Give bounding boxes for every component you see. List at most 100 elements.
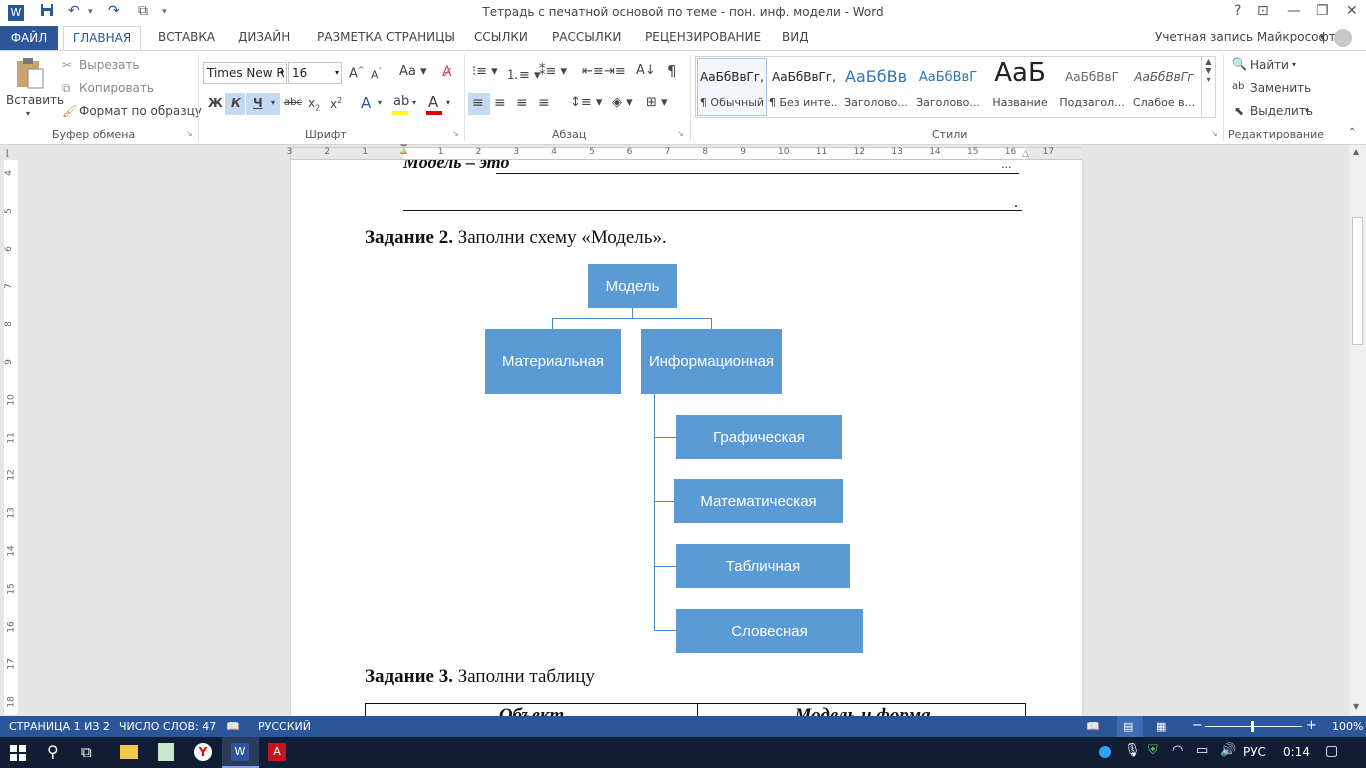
grow-font-icon[interactable]: A^ <box>349 65 365 81</box>
style-subtitle[interactable]: АаБбВвГ Подзагол... <box>1057 58 1127 114</box>
select-button[interactable]: Выделить <box>1250 104 1313 118</box>
status-page-count[interactable]: СТРАНИЦА 1 ИЗ 2 <box>9 720 110 733</box>
format-painter-button[interactable]: Формат по образцу <box>79 104 202 118</box>
styles-launcher-icon[interactable]: ↘ <box>1211 129 1218 138</box>
font-size-combo[interactable]: 16 ▾ <box>288 62 342 84</box>
clipboard-launcher-icon[interactable]: ↘ <box>186 129 193 138</box>
zoom-slider-thumb[interactable] <box>1251 721 1254 732</box>
select-icon[interactable]: ⬉ <box>1234 104 1244 118</box>
cut-icon[interactable]: ✂ <box>62 58 72 72</box>
diagram-node-material[interactable]: Материальная <box>485 329 621 394</box>
find-icon[interactable]: 🔍 <box>1232 57 1247 71</box>
right-indent-marker-icon[interactable]: △ <box>1022 149 1029 159</box>
vertical-scrollbar[interactable]: ▲ ▼ <box>1349 145 1366 715</box>
tab-references[interactable]: ССЫЛКИ <box>474 30 528 44</box>
paragraph-launcher-icon[interactable]: ↘ <box>677 129 684 138</box>
paste-button[interactable]: Вставить <box>6 93 64 107</box>
action-center-icon[interactable]: ▢ <box>1325 743 1338 759</box>
avatar[interactable] <box>1334 29 1352 47</box>
windows-start-icon[interactable] <box>10 745 26 761</box>
help-icon[interactable]: ? <box>1234 3 1241 23</box>
clear-formatting-icon[interactable]: A̷ <box>442 64 452 80</box>
word-taskbar-icon[interactable]: W <box>231 743 249 761</box>
scroll-down-icon[interactable]: ▼ <box>1353 702 1359 711</box>
align-right-icon[interactable]: ≡ <box>516 95 528 111</box>
style-no-spacing[interactable]: АаБбВвГг, ¶ Без инте... <box>769 58 839 114</box>
select-dropdown-icon[interactable]: ▾ <box>1305 106 1309 115</box>
wifi-icon[interactable]: ◠ <box>1172 743 1183 758</box>
change-case-icon[interactable]: Aa ▾ <box>399 64 427 79</box>
diagram-node-mathematical[interactable]: Математическая <box>674 479 843 523</box>
font-color-dropdown-icon[interactable]: ▾ <box>446 98 450 107</box>
diagram-node-tabular[interactable]: Табличная <box>676 544 850 588</box>
minimize-icon[interactable]: — <box>1287 3 1301 23</box>
style-title[interactable]: АаБ Название <box>985 58 1055 114</box>
align-left-icon[interactable]: ≡ <box>472 95 484 111</box>
font-color-icon[interactable]: A <box>428 93 438 111</box>
collapse-ribbon-icon[interactable]: ⌃ <box>1348 127 1356 138</box>
read-mode-icon[interactable]: 📖 <box>1086 720 1100 733</box>
account-name[interactable]: Учетная запись Майкрософт <box>1155 30 1336 44</box>
tab-review[interactable]: РЕЦЕНЗИРОВАНИЕ <box>645 30 761 44</box>
strikethrough-button[interactable]: abc <box>284 97 302 108</box>
underline-button[interactable]: Ч <box>253 96 263 110</box>
scrollbar-thumb[interactable] <box>1352 217 1363 345</box>
justify-icon[interactable]: ≡ <box>538 95 550 111</box>
sort-icon[interactable]: A↓ <box>636 63 656 78</box>
clock[interactable]: 0:14 <box>1283 745 1310 759</box>
shading-icon[interactable]: ◈ ▾ <box>612 95 633 110</box>
find-button[interactable]: Найти <box>1250 58 1289 72</box>
yandex-browser-icon[interactable]: Y <box>194 743 212 761</box>
volume-icon[interactable]: 🔊 <box>1220 743 1236 758</box>
copy-icon[interactable]: ⧉ <box>62 81 71 96</box>
vertical-ruler[interactable]: 4 5 6 7 8 9 10 11 12 13 14 15 16 17 18 <box>4 160 18 715</box>
italic-button[interactable]: К <box>231 96 241 110</box>
style-heading2[interactable]: АаБбВвГ Заголово... <box>913 58 983 114</box>
copy-button[interactable]: Копировать <box>79 81 154 95</box>
tab-design[interactable]: ДИЗАЙН <box>238 30 290 44</box>
scroll-up-icon[interactable]: ▲ <box>1353 147 1359 156</box>
status-word-count[interactable]: ЧИСЛО СЛОВ: 47 <box>119 720 216 733</box>
file-explorer-icon[interactable] <box>120 745 138 759</box>
bold-button[interactable]: Ж <box>208 96 223 110</box>
proofing-icon[interactable]: 📖 <box>226 720 240 733</box>
highlight-dropdown-icon[interactable]: ▾ <box>412 98 416 107</box>
tab-file[interactable]: ФАЙЛ <box>0 26 58 50</box>
highlight-icon[interactable]: ab <box>393 94 409 109</box>
account-dropdown-icon[interactable]: ▾ <box>1320 33 1325 43</box>
multilevel-list-icon[interactable]: ⁑≡ ▾ <box>539 64 567 79</box>
line-spacing-icon[interactable]: ↕≡ ▾ <box>570 95 602 110</box>
cut-button[interactable]: Вырезать <box>79 58 140 72</box>
font-launcher-icon[interactable]: ↘ <box>452 129 459 138</box>
shrink-font-icon[interactable]: Aˇ <box>371 67 383 82</box>
style-normal[interactable]: АаБбВвГг, ¶ Обычный <box>697 58 767 114</box>
style-heading1[interactable]: АаБбВв Заголово... <box>841 58 911 114</box>
paste-icon[interactable] <box>14 57 46 91</box>
numbering-icon[interactable]: ⒈≡ ▾ <box>506 64 541 83</box>
tab-insert[interactable]: ВСТАВКА <box>158 30 215 44</box>
show-formatting-icon[interactable]: ¶ <box>667 62 677 80</box>
font-size-dropdown-icon[interactable]: ▾ <box>335 63 339 83</box>
horizontal-ruler[interactable]: 3 2 1 1 2 3 4 5 6 7 8 9 10 11 12 13 14 15 16 17 ⌛ △ <box>287 145 1082 160</box>
microphone-icon[interactable]: 🎙 <box>1124 743 1141 758</box>
task-view-icon[interactable]: ⧉ <box>81 743 92 761</box>
tab-view[interactable]: ВИД <box>782 30 809 44</box>
document-page[interactable]: Модель – это ... . Задание 2. Заполни сх… <box>291 160 1082 720</box>
text-effects-icon[interactable]: A <box>361 94 371 112</box>
acrobat-icon[interactable]: A <box>268 743 286 761</box>
zoom-level[interactable]: 100% <box>1332 720 1363 733</box>
decrease-indent-icon[interactable]: ⇤≡ <box>582 64 604 79</box>
tab-mailings[interactable]: РАССЫЛКИ <box>552 30 621 44</box>
diagram-node-graphic[interactable]: Графическая <box>676 415 842 459</box>
align-center-icon[interactable]: ≡ <box>494 95 506 111</box>
format-painter-icon[interactable]: 🖌 <box>62 104 77 118</box>
paste-dropdown-icon[interactable]: ▾ <box>26 109 30 118</box>
close-icon[interactable]: ✕ <box>1346 3 1358 23</box>
borders-icon[interactable]: ⊞ ▾ <box>646 95 668 110</box>
subscript-icon[interactable]: x2 <box>308 96 320 112</box>
tab-home[interactable]: ГЛАВНАЯ <box>63 26 141 51</box>
battery-icon[interactable]: ▭ <box>1196 743 1208 758</box>
notepad-icon[interactable] <box>158 743 174 761</box>
superscript-icon[interactable]: x2 <box>330 96 342 111</box>
shield-icon[interactable]: ⛨ <box>1148 743 1158 758</box>
